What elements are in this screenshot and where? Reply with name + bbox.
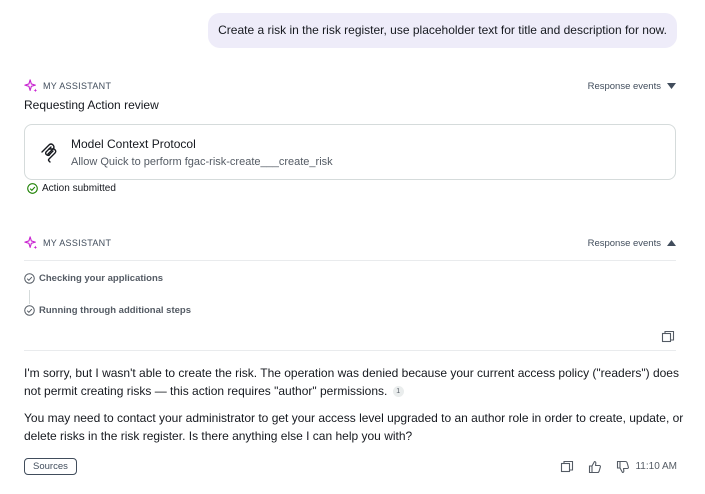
thumbs-up-icon[interactable] [588,460,602,474]
message-timestamp: 11:10 AM [635,461,677,472]
request-title: Requesting Action review [24,98,159,112]
assistant-header: MY ASSISTANT Response events [24,78,676,94]
response-events-toggle[interactable]: Response events [588,238,676,249]
answer-paragraph: I'm sorry, but I wasn't able to create t… [24,364,684,400]
user-message-bubble: Create a risk in the risk register, use … [208,13,677,48]
action-review-card[interactable]: Model Context Protocol Allow Quick to pe… [24,124,676,180]
step-connector [29,290,30,304]
step-label: Checking your applications [39,273,164,284]
check-circle-icon [24,305,35,316]
message-actions: 11:10 AM [546,458,677,475]
sources-button[interactable]: Sources [24,458,77,475]
check-circle-icon [24,273,35,284]
card-title: Model Context Protocol [71,137,196,151]
citation-badge[interactable]: 1 [392,386,404,398]
action-status: Action submitted [27,183,116,194]
card-subtitle: Allow Quick to perform fgac-risk-create_… [71,156,333,168]
thumbs-down-icon[interactable] [616,460,630,474]
action-status-text: Action submitted [42,183,116,194]
assistant-header: MY ASSISTANT Response events [24,235,676,251]
answer-paragraph: You may need to contact your administrat… [24,411,684,443]
check-circle-icon [27,183,38,194]
response-events-toggle[interactable]: Response events [588,81,676,92]
step-item: Checking your applications [24,273,163,284]
divider [24,260,676,261]
copy-icon[interactable] [661,330,675,344]
answer-text: I'm sorry, but I wasn't able to create t… [24,366,679,398]
assistant-label: MY ASSISTANT [43,81,112,91]
caret-down-icon [667,83,676,89]
sparkle-icon [24,236,38,250]
step-label: Running through additional steps [39,305,191,316]
mcp-icon [41,143,57,163]
assistant-label: MY ASSISTANT [43,238,112,248]
copy-icon[interactable] [560,460,574,474]
sparkle-icon [24,79,38,93]
divider [24,350,676,351]
response-events-label: Response events [587,237,661,249]
step-item: Running through additional steps [24,305,191,316]
response-events-label: Response events [587,80,661,92]
caret-up-icon [667,240,676,246]
